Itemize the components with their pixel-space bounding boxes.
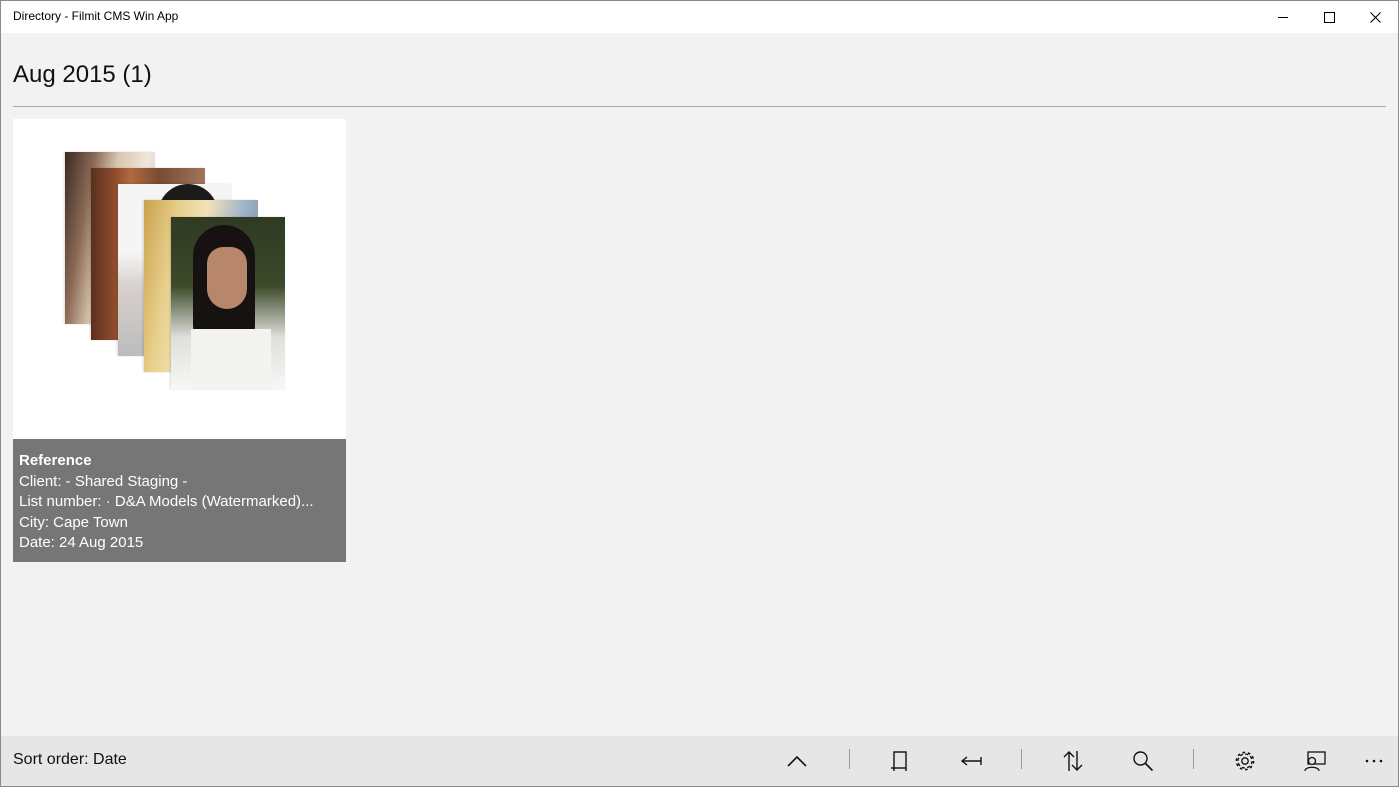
- thumbnail-photo: [171, 217, 285, 389]
- back-to-start-button[interactable]: [947, 736, 995, 786]
- card-list-number: List number: · D&A Models (Watermarked).…: [19, 493, 314, 510]
- command-separator: [1193, 749, 1194, 769]
- maximize-button[interactable]: [1306, 1, 1352, 33]
- title-bar: Directory - Filmit CMS Win App: [1, 1, 1398, 33]
- close-button[interactable]: [1352, 1, 1398, 33]
- more-icon: [1365, 759, 1383, 763]
- close-icon: [1369, 11, 1381, 23]
- card-city: City: Cape Town: [19, 513, 128, 531]
- thumbnail-stack: [13, 119, 346, 439]
- sort-icon: [1063, 751, 1083, 771]
- page-title: Aug 2015 (1): [13, 61, 152, 88]
- window-controls: [1260, 1, 1398, 33]
- card-date: Date: 24 Aug 2015: [19, 534, 144, 551]
- sort-order-label: Sort order: Date: [13, 751, 127, 768]
- contact-icon: [1304, 751, 1326, 772]
- chevron-up-icon: [787, 755, 807, 767]
- window-title: Directory - Filmit CMS Win App: [13, 9, 179, 23]
- back-to-start-icon: [960, 756, 982, 766]
- maximize-icon: [1323, 11, 1335, 23]
- settings-button[interactable]: [1221, 736, 1269, 786]
- crop-icon: [891, 751, 907, 771]
- contact-button[interactable]: [1291, 736, 1339, 786]
- command-separator: [1021, 749, 1022, 769]
- card-client: Client: - Shared Staging -: [19, 472, 188, 490]
- crop-button[interactable]: [876, 736, 924, 786]
- minimize-button[interactable]: [1260, 1, 1306, 33]
- command-separator: [849, 749, 850, 769]
- minimize-icon: [1278, 17, 1288, 18]
- card-title: Reference: [19, 452, 92, 469]
- directory-card[interactable]: Reference Client: - Shared Staging - Lis…: [13, 119, 346, 562]
- more-button[interactable]: [1350, 736, 1398, 786]
- sort-button[interactable]: [1049, 736, 1097, 786]
- settings-icon: [1235, 751, 1255, 771]
- card-info-panel: Reference Client: - Shared Staging - Lis…: [13, 439, 346, 562]
- search-button[interactable]: [1119, 736, 1167, 786]
- command-bar: Sort order: Date: [1, 736, 1398, 786]
- collapse-button[interactable]: [773, 736, 821, 786]
- search-icon: [1133, 751, 1154, 772]
- app-window: Directory - Filmit CMS Win App Aug 2015 …: [0, 0, 1399, 787]
- header-divider: [13, 106, 1386, 107]
